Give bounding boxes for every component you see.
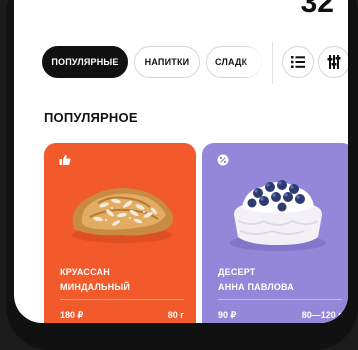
app-screen: 32 ПОПУЛЯРНЫЕ НАПИТКИ СЛАДК ПОПУЛЯРНОЕ К… — [14, 0, 348, 323]
card-divider — [218, 299, 342, 300]
product-title: КРУАССАН МИНДАЛЬНЫЙ — [60, 265, 130, 295]
product-title-line1: КРУАССАН — [60, 267, 110, 277]
product-title-line2: МИНДАЛЬНЫЙ — [60, 282, 131, 292]
scroll-fade — [242, 46, 264, 78]
pavlova-image — [230, 180, 326, 251]
product-card-pavlova[interactable]: ДЕСЕРТ АННА ПАВЛОВА 90 ₽ 80—120 г — [202, 143, 348, 323]
filter-icon — [327, 55, 341, 69]
product-title-line2: АННА ПАВЛОВА — [218, 282, 295, 292]
product-title: ДЕСЕРТ АННА ПАВЛОВА — [218, 265, 294, 295]
header-counter: 32 — [300, 0, 334, 19]
product-weight: 80—120 г — [301, 310, 342, 320]
chip-divider — [272, 42, 273, 84]
product-title-line1: ДЕСЕРТ — [218, 267, 256, 277]
category-chip-drinks[interactable]: НАПИТКИ — [134, 46, 200, 78]
card-divider — [60, 299, 184, 300]
croissant-image — [72, 188, 173, 243]
category-chip-popular[interactable]: ПОПУЛЯРНЫЕ — [42, 46, 128, 78]
list-icon — [291, 56, 305, 68]
list-view-button[interactable] — [282, 46, 314, 78]
product-card-croissant[interactable]: КРУАССАН МИНДАЛЬНЫЙ 180 ₽ 80 г — [44, 143, 196, 323]
filter-button[interactable] — [318, 46, 348, 78]
product-price: 180 ₽ — [60, 310, 84, 320]
category-bar: ПОПУЛЯРНЫЕ НАПИТКИ СЛАДК — [42, 42, 348, 84]
product-weight: 80 г — [167, 310, 184, 320]
section-title: ПОПУЛЯРНОЕ — [44, 110, 138, 125]
product-price: 90 ₽ — [218, 310, 237, 320]
